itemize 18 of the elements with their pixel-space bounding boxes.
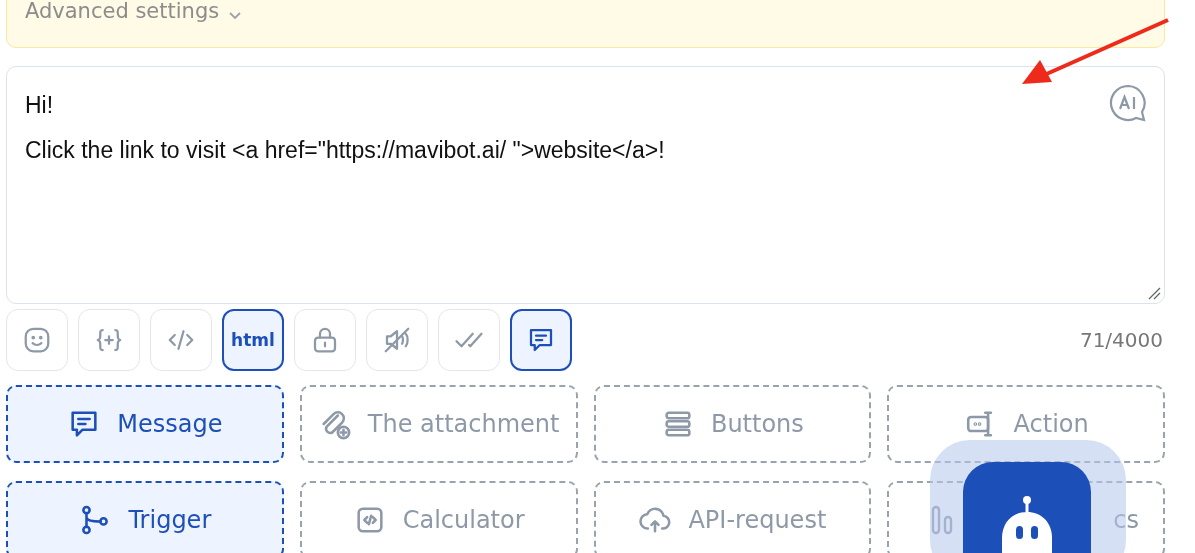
block-type-button[interactable]: Trigger xyxy=(6,481,284,553)
character-counter: 71/4000 xyxy=(1079,328,1163,352)
block-type-button[interactable]: Action xyxy=(887,385,1165,463)
block-type-button[interactable]: API-request xyxy=(593,481,872,553)
block-type-button[interactable]: The attachment xyxy=(299,385,578,463)
message-field[interactable]: Hi! Click the link to visit <a href="https://mavibot.ai/ ">website</a>! xyxy=(6,66,1165,304)
html-toggle[interactable]: html xyxy=(222,309,284,371)
muted-speaker-icon xyxy=(382,325,412,355)
advanced-settings-toggle[interactable]: Advanced settings xyxy=(25,0,220,23)
bar-chart-icon xyxy=(931,505,954,535)
toolbar-button[interactable] xyxy=(510,309,572,371)
block-type-button[interactable]: Buttons xyxy=(593,385,872,463)
block-type-button[interactable]: Calculator xyxy=(299,481,578,553)
block-type-button[interactable]: Message xyxy=(6,385,284,463)
ai-icon[interactable] xyxy=(1108,83,1148,123)
chatbot-button[interactable] xyxy=(963,462,1091,553)
smiley-icon xyxy=(22,325,52,355)
resize-grip-icon[interactable] xyxy=(1147,286,1161,300)
